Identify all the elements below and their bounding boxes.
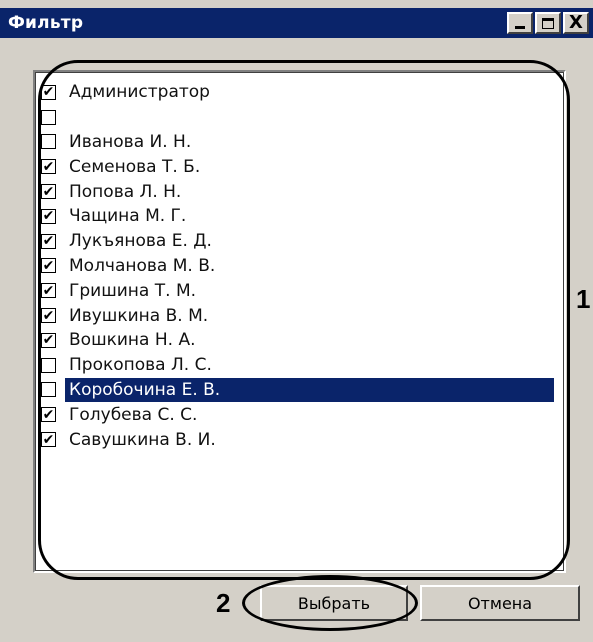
maximize-button[interactable]	[535, 12, 561, 34]
list-item-label: Лукъянова Е. Д.	[69, 231, 212, 252]
annotation-marker-1: 1	[576, 284, 591, 314]
list-item-label: Коробочина Е. В.	[65, 377, 554, 402]
list-item-label: Прокопова Л. С.	[69, 355, 212, 376]
checkbox[interactable]: ✔	[41, 158, 56, 175]
close-button[interactable]: X	[563, 12, 589, 34]
list-item[interactable]: ✔ Молчанова М. В.	[41, 254, 560, 279]
checkbox[interactable]: ✔	[41, 282, 56, 299]
list-item[interactable]: ✔ Семенова Т. Б.	[41, 154, 560, 179]
list-item[interactable]: ✔ Гришина Т. М.	[41, 278, 560, 303]
list-item-label: Ивушкина В. М.	[69, 305, 209, 326]
checkbox[interactable]: ✔	[41, 84, 56, 101]
list-item-label: Семенова Т. Б.	[69, 156, 201, 177]
check-icon: ✔	[42, 233, 55, 250]
maximize-icon	[542, 17, 554, 29]
checkbox[interactable]	[41, 109, 56, 125]
check-icon: ✔	[42, 208, 55, 225]
checkbox[interactable]	[41, 357, 56, 373]
list-item-label: Голубева С. С.	[69, 404, 198, 425]
checkbox[interactable]: ✔	[41, 257, 56, 274]
list-item[interactable]: ✔ Савушкина В. И.	[41, 427, 560, 452]
minimize-button[interactable]	[507, 12, 533, 34]
checkbox[interactable]: ✔	[41, 332, 56, 349]
list-item-label: Молчанова М. В.	[69, 255, 216, 276]
user-checklist[interactable]: ✔ Администратор Иванова И. Н. ✔ Семенова Т. …	[33, 70, 566, 573]
list-item-label: Савушкина В. И.	[69, 429, 216, 450]
checklist-items: ✔ Администратор Иванова И. Н. ✔ Семенова Т. …	[41, 80, 560, 452]
list-item-label: Гришина Т. М.	[69, 280, 197, 301]
check-icon: ✔	[42, 257, 55, 274]
list-item-label	[65, 105, 73, 129]
list-item[interactable]: ✔ Администратор	[41, 80, 560, 105]
check-icon: ✔	[42, 307, 55, 324]
list-item[interactable]: Иванова И. Н.	[41, 130, 560, 155]
checkbox[interactable]: ✔	[41, 307, 56, 324]
list-item[interactable]: Коробочина Е. В.	[41, 377, 560, 403]
list-item-label: Чащина М. Г.	[69, 206, 187, 227]
checkbox[interactable]: ✔	[41, 233, 56, 250]
check-icon: ✔	[42, 282, 55, 299]
check-icon: ✔	[42, 431, 55, 448]
list-item[interactable]: ✔ Лукъянова Е. Д.	[41, 229, 560, 254]
window-title: Фильтр	[8, 13, 84, 33]
check-icon: ✔	[42, 332, 55, 349]
check-icon: ✔	[42, 158, 55, 175]
cancel-button[interactable]: Отмена	[420, 585, 580, 621]
check-icon: ✔	[42, 406, 55, 423]
minimize-icon	[515, 25, 525, 29]
checkbox[interactable]: ✔	[41, 431, 56, 448]
check-icon: ✔	[42, 84, 55, 101]
list-item[interactable]: ✔ Чащина М. Г.	[41, 204, 560, 229]
filter-dialog: Фильтр X ✔ Администратор Иванова И. Н. ✔ Сем…	[0, 0, 593, 642]
list-item[interactable]	[41, 105, 560, 130]
select-button[interactable]: Выбрать	[260, 585, 408, 621]
list-item[interactable]: ✔ Ивушкина В. М.	[41, 303, 560, 328]
list-item[interactable]: ✔ Голубева С. С.	[41, 402, 560, 427]
checkbox[interactable]: ✔	[41, 406, 56, 423]
checkbox[interactable]: ✔	[41, 183, 56, 200]
check-icon: ✔	[42, 183, 55, 200]
list-item-label: Попова Л. Н.	[69, 181, 182, 202]
list-item-label: Администратор	[69, 82, 210, 103]
checkbox[interactable]: ✔	[41, 208, 56, 225]
checkbox[interactable]	[41, 134, 56, 150]
list-item-label: Иванова И. Н.	[69, 131, 192, 152]
list-item[interactable]: ✔ Попова Л. Н.	[41, 179, 560, 204]
annotation-marker-2: 2	[216, 588, 231, 618]
list-item-label: Вошкина Н. А.	[69, 330, 196, 351]
list-item[interactable]: ✔ Вошкина Н. А.	[41, 328, 560, 353]
title-bar[interactable]: Фильтр	[0, 8, 593, 38]
checkbox[interactable]	[41, 382, 56, 398]
list-item[interactable]: Прокопова Л. С.	[41, 353, 560, 378]
close-icon: X	[569, 12, 583, 33]
